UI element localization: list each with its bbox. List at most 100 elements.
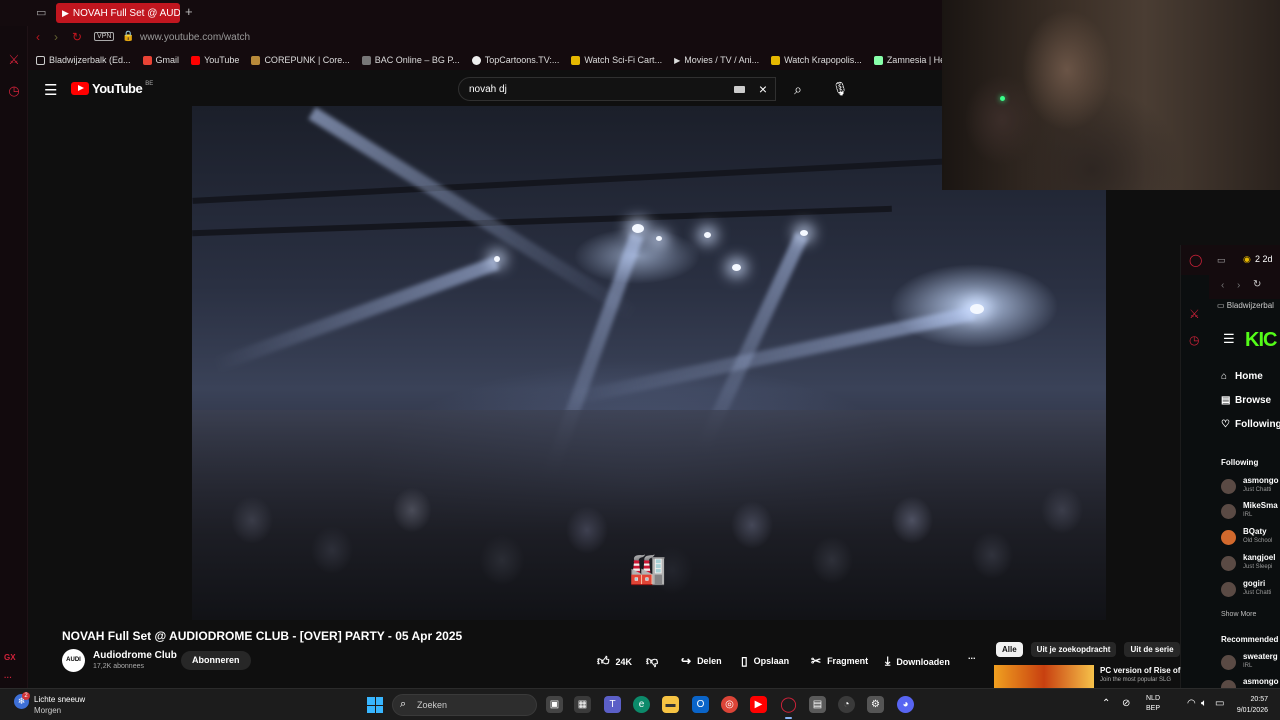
green-led [1000, 96, 1005, 101]
edge-icon[interactable]: e [633, 696, 650, 713]
back-button[interactable]: ‹ [36, 30, 40, 44]
recommended-item[interactable]: sweaterg IRL [1221, 652, 1280, 674]
forward-button[interactable]: › [1237, 280, 1240, 291]
nav-following[interactable]: ♡ Following [1221, 419, 1280, 430]
history-icon[interactable]: ◷ [1189, 333, 1199, 347]
following-item[interactable]: kangjoel Just Sleepi [1221, 553, 1280, 575]
search-input[interactable]: novah dj × [458, 77, 776, 101]
microphone-icon[interactable]: 🎙 [828, 77, 852, 101]
bookmark-item[interactable]: BAC Online – BG P... [361, 55, 460, 65]
thumbs-down-icon: 👎︎ [646, 654, 659, 668]
chip-from-series[interactable]: Uit de serie [1124, 642, 1180, 657]
following-item[interactable]: asmongo Just Chatti [1221, 476, 1280, 498]
clock-app-icon[interactable]: ◔ [838, 696, 855, 713]
bookmark-item[interactable]: ▶ Movies / TV / Ani... [674, 55, 759, 65]
nav-home[interactable]: ⌂ Home [1221, 371, 1263, 382]
kick-logo[interactable]: KIC [1245, 329, 1277, 352]
tab-menu-icon[interactable]: ▭ [1217, 255, 1226, 266]
new-tab-button[interactable]: + [185, 4, 193, 19]
dislike-button[interactable]: 👎︎ [646, 654, 658, 669]
gx-badge-icon[interactable]: GX [4, 653, 16, 662]
tab-menu-icon[interactable]: ▭ [36, 6, 46, 19]
gx-control-icon[interactable]: ⚔ [1189, 307, 1200, 321]
bookmark-item[interactable]: Gmail [142, 55, 179, 65]
task-view-icon[interactable]: ▣ [546, 696, 563, 713]
bookmark-item[interactable]: Watch Krapopolis... [771, 55, 862, 65]
stage-spotlight [970, 304, 984, 314]
history-icon[interactable]: ◷ [6, 83, 22, 99]
recommended-thumbnail[interactable] [994, 665, 1094, 688]
file-explorer-icon[interactable]: ▬ [662, 696, 679, 713]
calculator-icon[interactable]: ▤ [809, 696, 826, 713]
battery-icon[interactable]: ▭ [1215, 698, 1224, 709]
menu-icon[interactable]: ☰ [44, 81, 57, 99]
chip-all[interactable]: Alle [996, 642, 1023, 657]
weather-condition[interactable]: Lichte sneeuw [34, 695, 85, 704]
nav-browse[interactable]: ▤ Browse [1221, 395, 1271, 406]
youtube-app-icon[interactable]: ▶ [750, 696, 767, 713]
taskbar-search-placeholder: Zoeken [417, 700, 448, 710]
widgets-icon[interactable]: ▦ [574, 696, 591, 713]
outlook-icon[interactable]: O [692, 696, 709, 713]
vpn-badge[interactable]: VPN [94, 32, 115, 41]
recommended-title[interactable]: PC version of Rise of [1100, 666, 1180, 675]
bookmark-item[interactable]: Watch Sci-Fi Cart... [571, 55, 662, 65]
bookmark-item[interactable]: YouTube [191, 55, 239, 65]
discord-icon[interactable]: ◕ [897, 696, 914, 713]
speaker-icon[interactable]: ▶ [62, 8, 69, 19]
teams-icon[interactable]: T [604, 696, 621, 713]
search-button[interactable]: ⌕ [780, 77, 816, 101]
taskbar-search[interactable]: ⌕ Zoeken [392, 694, 537, 716]
opera-gx-icon[interactable]: ◯ [780, 696, 797, 719]
channel-name[interactable]: Audiodrome Club [93, 650, 177, 661]
recommended-item[interactable]: asmongo [1221, 677, 1280, 688]
bookmark-item[interactable]: Zamnesia | Het Be [873, 55, 942, 65]
coin-icon[interactable]: ◉ [1243, 254, 1251, 265]
kick-bookmarks-bar[interactable]: ▭ Bladwijzerbal [1209, 301, 1280, 317]
settings-gear-icon[interactable]: ⚙ [867, 696, 884, 713]
input-language[interactable]: NLD BEP [1146, 694, 1160, 714]
following-item[interactable]: gogiri Just Chatti [1221, 579, 1280, 601]
bookmark-item[interactable]: Bladwijzerbalk (Ed... [36, 55, 131, 65]
forward-button[interactable]: › [54, 30, 58, 44]
tab-counter[interactable]: 2 2d [1255, 254, 1273, 264]
reload-button[interactable]: ↻ [1253, 279, 1261, 290]
chrome-icon[interactable]: ◎ [721, 696, 738, 713]
system-clock[interactable]: 20:57 9/01/2026 [1230, 694, 1268, 716]
subscribe-button[interactable]: Abonneren [181, 651, 251, 670]
reload-button[interactable]: ↻ [72, 30, 82, 44]
bookmark-item[interactable]: COREPUNK | Core... [251, 55, 350, 65]
url-field[interactable]: www.youtube.com/watch [140, 32, 250, 43]
following-item[interactable]: BQaty Old School [1221, 527, 1280, 549]
chip-from-search[interactable]: Uit je zoekopdracht [1030, 642, 1117, 657]
save-button[interactable]: ▯ Opslaan [741, 654, 789, 668]
share-button[interactable]: ↪ Delen [681, 654, 722, 668]
tab-youtube-video[interactable]: ▶ NOVAH Full Set @ AUD [56, 3, 180, 23]
like-button[interactable]: 👍︎ 24K [597, 654, 632, 669]
menu-icon[interactable]: ☰ [1223, 331, 1235, 347]
channel-avatar[interactable]: AUDI [62, 649, 85, 672]
avatar [1221, 556, 1236, 571]
show-more-link[interactable]: Show More [1221, 611, 1256, 618]
wifi-icon[interactable]: ◠ [1187, 698, 1196, 709]
more-dots-icon[interactable]: ··· [4, 673, 12, 682]
opera-gx-logo-icon[interactable]: ◯ [1189, 253, 1202, 267]
youtube-logo[interactable]: YouTube BE [71, 81, 153, 96]
share-icon: ↪ [681, 654, 692, 668]
lock-icon[interactable]: 🔒 [122, 31, 134, 42]
clip-button[interactable]: ✂ Fragment [811, 654, 868, 668]
bookmark-item[interactable]: TopCartoons.TV:... [471, 55, 559, 65]
gx-control-icon[interactable]: ⚔ [6, 52, 22, 68]
tray-app-icon[interactable]: ⊘ [1122, 698, 1130, 709]
close-icon[interactable]: × [759, 81, 767, 97]
windows-start-icon[interactable] [367, 697, 383, 713]
download-button[interactable]: ⤓ Downloaden [885, 654, 950, 669]
more-actions-button[interactable]: ... [968, 651, 976, 661]
volume-icon[interactable]: 🔈︎ [1201, 698, 1207, 709]
keyboard-icon[interactable] [734, 86, 745, 93]
following-item[interactable]: MikeSma IRL [1221, 501, 1280, 523]
tray-expand-icon[interactable]: ⌃ [1102, 698, 1110, 709]
back-button[interactable]: ‹ [1221, 280, 1224, 291]
topcartoons-icon [471, 55, 481, 65]
scissors-icon: ✂ [811, 654, 822, 668]
